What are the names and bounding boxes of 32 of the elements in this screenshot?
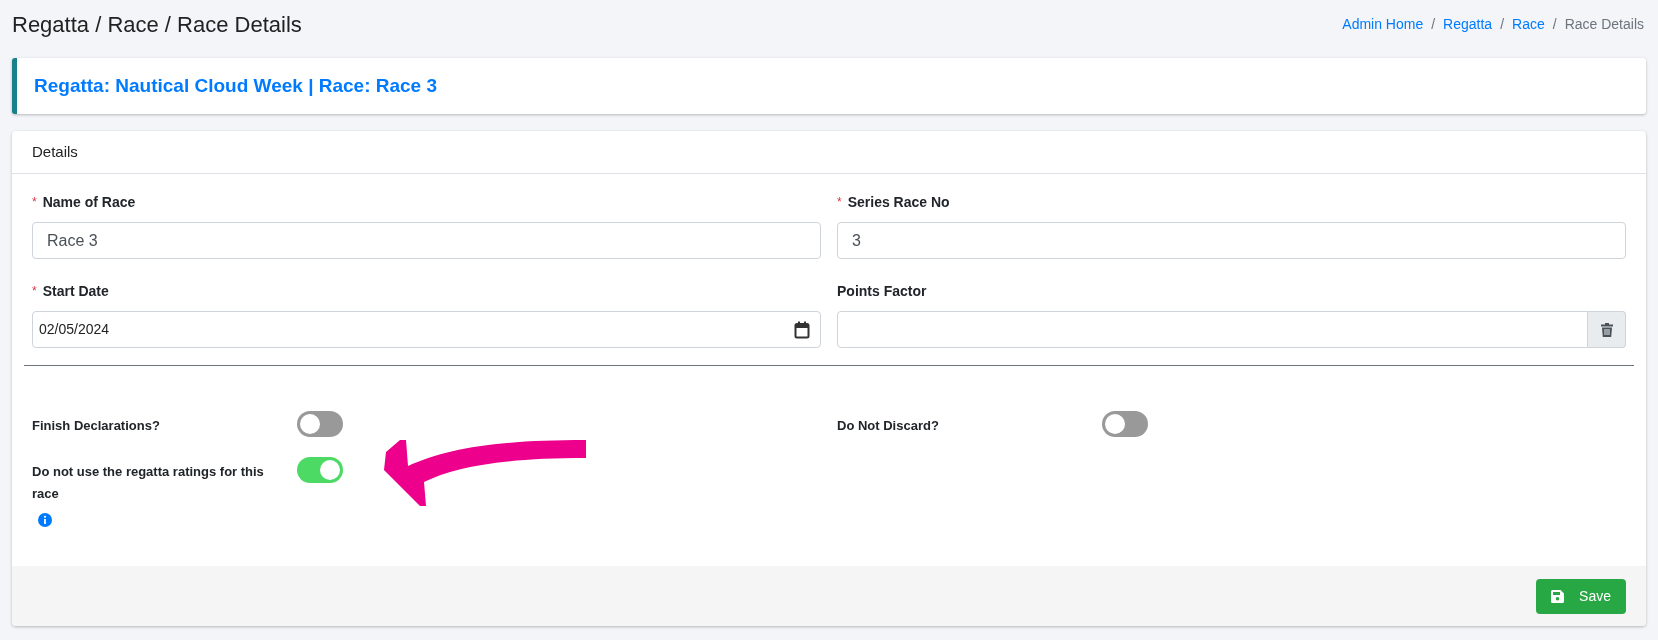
- field-label: Start Date: [42, 281, 109, 301]
- field-label: Series Race No: [847, 192, 950, 212]
- breadcrumb-separator: /: [1499, 14, 1506, 34]
- toggle-switch[interactable]: [1102, 411, 1148, 437]
- toggle-switch[interactable]: [297, 411, 343, 437]
- text-field[interactable]: Race 3: [32, 222, 821, 259]
- required-asterisk: *: [32, 283, 37, 300]
- trash-icon: [1600, 322, 1613, 337]
- banner-title: Regatta: Nautical Cloud Week | Race: Race 3: [34, 73, 438, 98]
- toggle-switch[interactable]: [297, 457, 343, 483]
- date-field[interactable]: 02/05/2024: [32, 311, 821, 348]
- breadcrumb-separator: /: [1430, 14, 1437, 34]
- card-title: Details: [32, 141, 78, 162]
- breadcrumb-separator: /: [1551, 14, 1558, 34]
- page-title: Regatta / Race / Race Details: [12, 10, 302, 39]
- field-label: Points Factor: [837, 281, 927, 301]
- info-icon[interactable]: [38, 513, 52, 527]
- toggle-label: Do not use the regatta ratings for this race: [32, 463, 265, 503]
- field-label: Name of Race: [42, 192, 136, 212]
- calendar-icon[interactable]: [794, 320, 810, 339]
- required-asterisk: *: [32, 194, 37, 211]
- breadcrumb-link[interactable]: Race: [1512, 13, 1545, 35]
- breadcrumb-link[interactable]: Regatta: [1443, 13, 1493, 35]
- text-field[interactable]: [837, 311, 1588, 348]
- save-button[interactable]: Save: [1536, 578, 1626, 614]
- breadcrumb-current: Race Details: [1564, 14, 1644, 34]
- toggle-label: Finish Declarations?: [32, 417, 161, 435]
- breadcrumb-link[interactable]: Admin Home: [1342, 13, 1424, 35]
- required-asterisk: *: [837, 194, 842, 211]
- text-field[interactable]: 3: [837, 222, 1626, 259]
- delete-button[interactable]: [1588, 311, 1626, 348]
- toggle-label: Do Not Discard?: [837, 417, 940, 435]
